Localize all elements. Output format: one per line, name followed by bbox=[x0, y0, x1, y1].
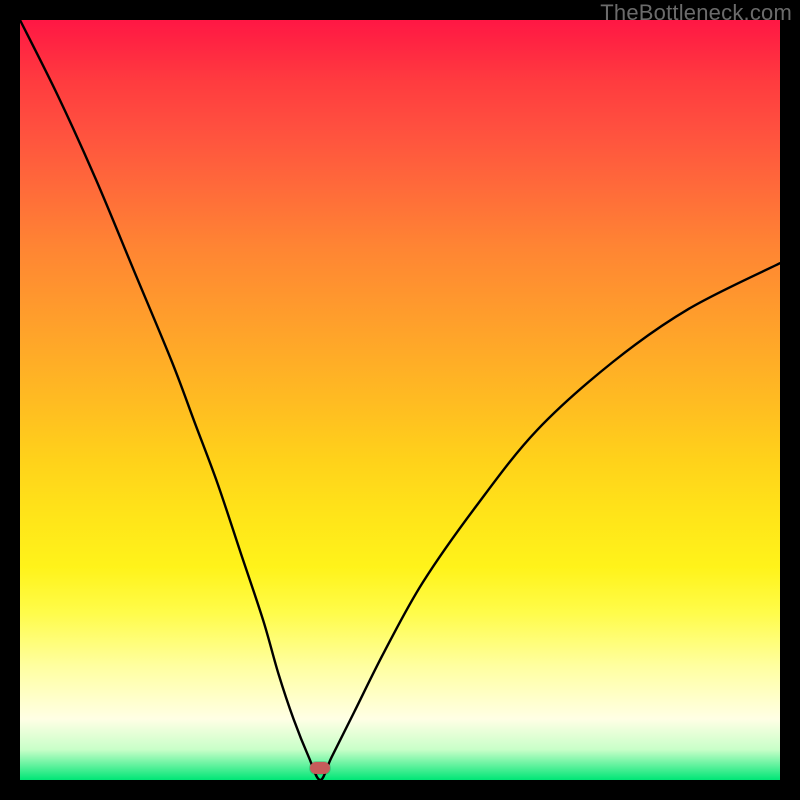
bottleneck-curve bbox=[20, 20, 780, 780]
optimal-point-marker bbox=[310, 762, 330, 774]
plot-area bbox=[20, 20, 780, 780]
watermark-text: TheBottleneck.com bbox=[600, 0, 792, 26]
chart-frame: TheBottleneck.com bbox=[0, 0, 800, 800]
